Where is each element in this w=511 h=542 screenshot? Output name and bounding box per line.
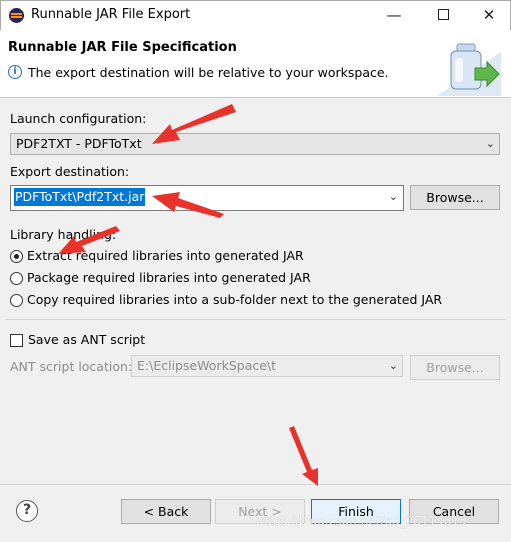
watermark: https://blog.csdn.net/qq_28114615 [256,514,467,528]
window-title: Runnable JAR File Export [31,7,191,22]
export-destination-value: PDFToTxt\Pdf2Txt.jar [14,188,146,206]
save-ant-script-label: Save as ANT script [28,332,146,347]
library-handling-label: Library handling: [10,227,117,242]
export-destination-label: Export destination: [10,164,130,179]
launch-configuration-select[interactable]: PDF2TXT - PDFToTxt ⌄ [10,133,500,155]
radio-button[interactable] [10,294,23,307]
radio-label: Copy required libraries into a sub-folde… [27,292,443,307]
export-browse-button[interactable]: Browse... [410,185,500,210]
footer-divider [0,484,511,485]
ant-script-location-value: E:\EclipseWorkSpace\t [137,358,277,373]
chevron-down-icon: ⌄ [388,359,398,372]
info-message: The export destination will be relative … [28,65,389,80]
help-icon[interactable]: ? [16,500,38,522]
radio-package-libraries[interactable]: Package required libraries into generate… [10,270,311,288]
radio-extract-libraries[interactable]: Extract required libraries into generate… [10,248,310,266]
chevron-down-icon[interactable]: ⌄ [389,190,398,203]
radio-label: Extract required libraries into generate… [27,248,304,263]
divider [5,319,506,320]
info-icon: i [8,65,22,79]
ant-script-location-input[interactable]: E:\EclipseWorkSpace\t ⌄ [131,355,403,377]
launch-configuration-value: PDF2TXT - PDFToTxt [16,136,142,151]
ant-script-location-label: ANT script location: [10,359,133,374]
chevron-down-icon: ⌄ [485,137,495,150]
title-bar: Runnable JAR File Export — ✕ [0,0,511,30]
back-button[interactable]: < Back [121,499,211,524]
maximize-button[interactable] [420,1,466,30]
radio-copy-libraries[interactable]: Copy required libraries into a sub-folde… [10,292,443,310]
minimize-button[interactable]: — [371,1,417,30]
eclipse-icon [9,8,24,23]
radio-label: Package required libraries into generate… [27,270,311,285]
radio-button[interactable] [10,250,23,263]
export-destination-input[interactable]: PDFToTxt\Pdf2Txt.jar ⌄ [10,185,404,211]
wizard-header: Runnable JAR File Specification i The ex… [0,30,511,98]
page-title: Runnable JAR File Specification [8,40,237,55]
launch-configuration-label: Launch configuration: [10,111,147,126]
ant-browse-button[interactable]: Browse... [410,355,500,380]
close-button[interactable]: ✕ [466,1,511,30]
annotation-arrow-finish [289,426,318,486]
jar-export-icon [437,43,501,96]
radio-button[interactable] [10,272,23,285]
maximize-icon [437,8,449,20]
save-ant-script-checkbox[interactable] [10,334,23,347]
